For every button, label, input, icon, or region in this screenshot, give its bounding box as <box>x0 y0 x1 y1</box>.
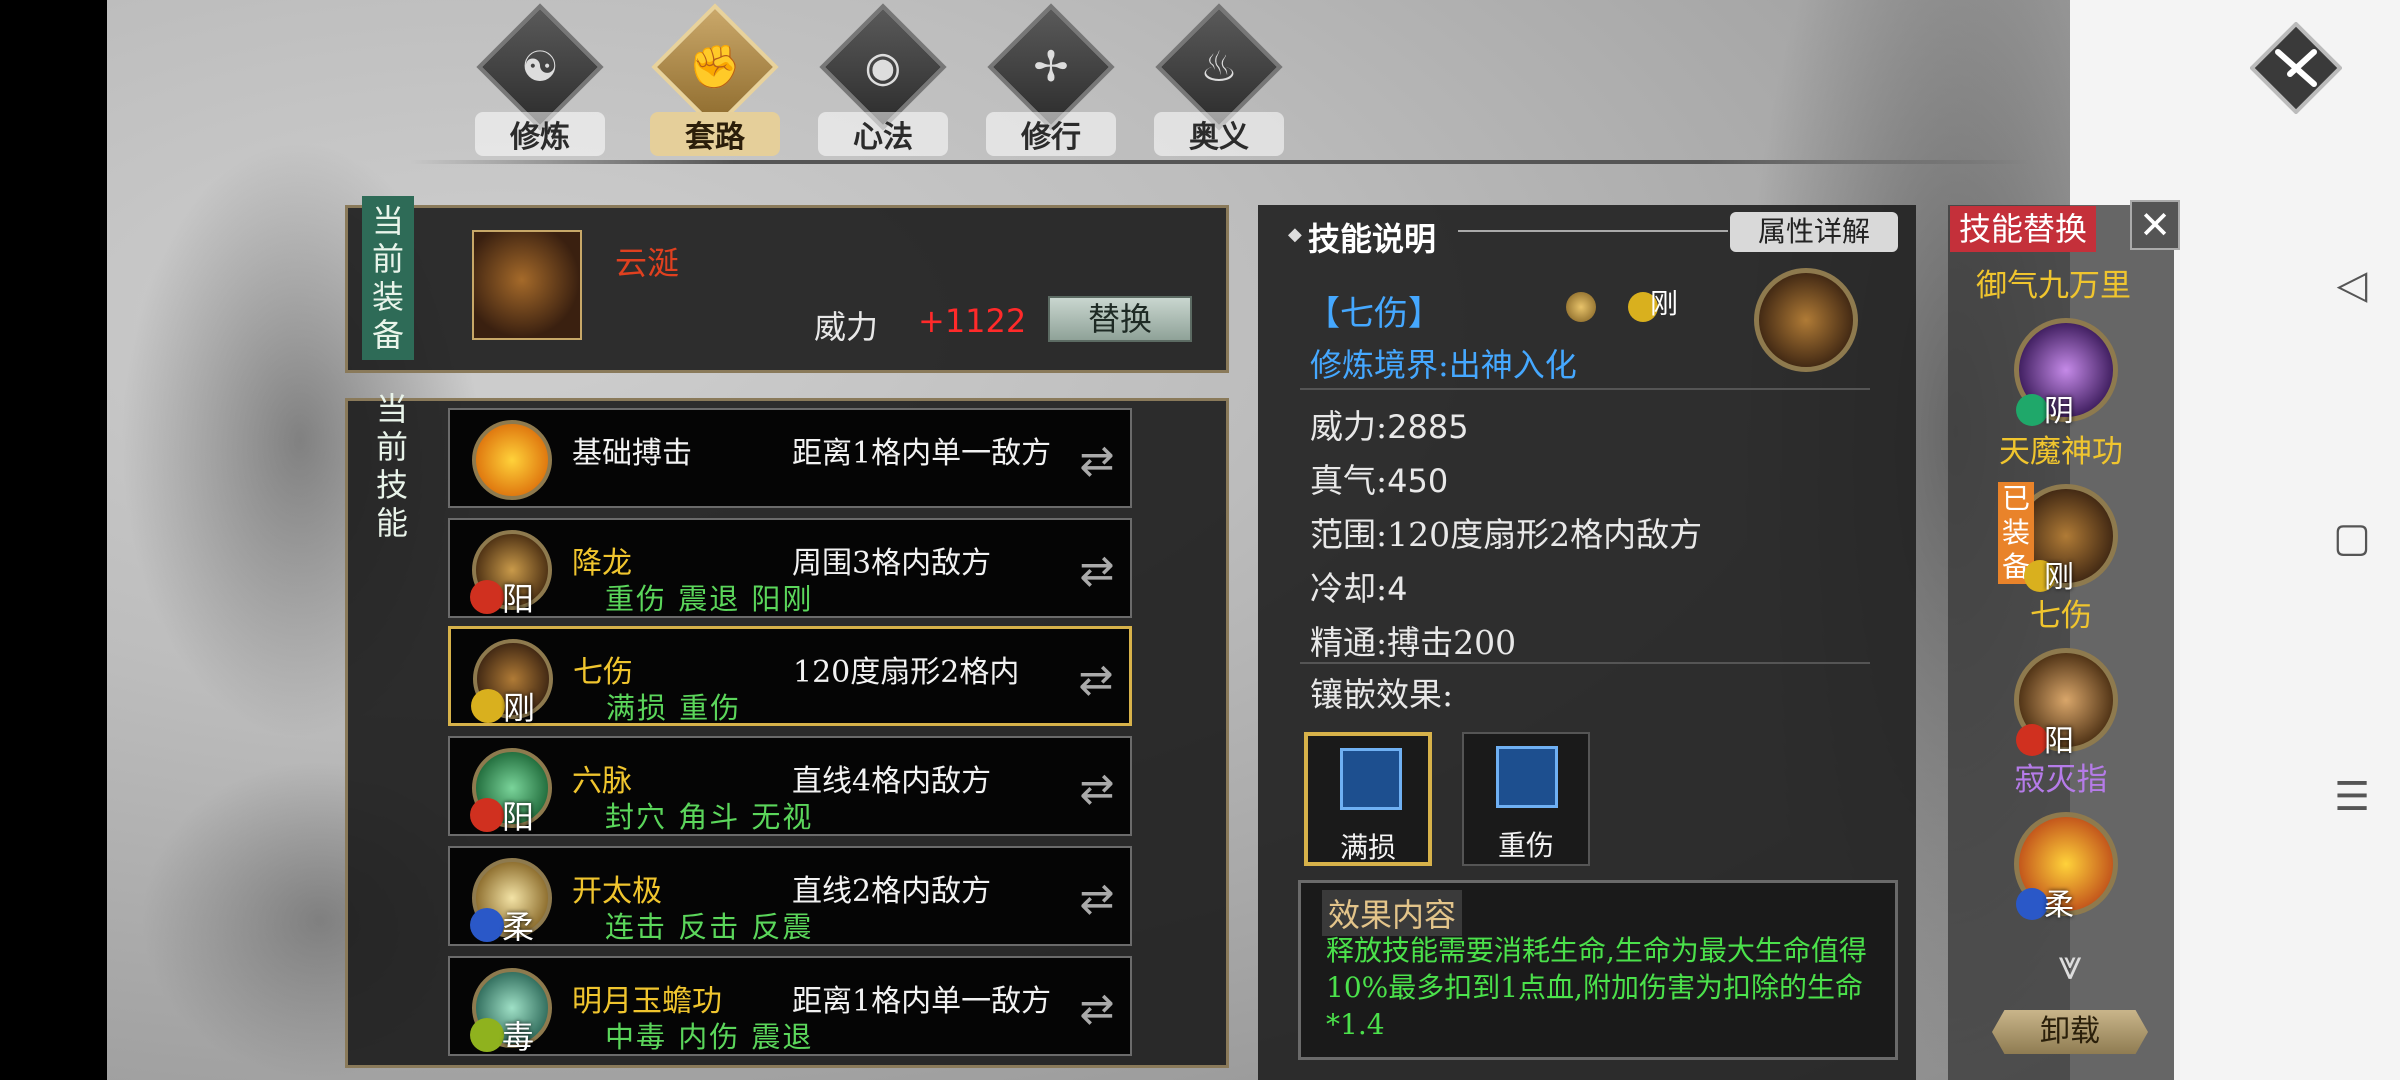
tab-xiuxing[interactable]: ✢ 修行 <box>976 3 1126 156</box>
skill-row[interactable]: 阳 六脉 直线4格内敌方 封穴 角斗 无视 ⇄ <box>448 736 1132 836</box>
swap-icon[interactable]: ⇄ <box>1072 546 1122 596</box>
divider <box>1300 662 1870 664</box>
attribute-mark: 刚 <box>1650 287 1679 320</box>
gang-badge-icon <box>471 689 505 723</box>
power-value: +1122 <box>918 302 1027 340</box>
close-icon[interactable]: ✕ <box>2130 200 2180 250</box>
skill-row[interactable]: 基础搏击 距离1格内单一敌方 ⇄ <box>448 408 1132 508</box>
scroll-down-icon[interactable]: ⩔ <box>2040 940 2100 989</box>
skill-name: 基础搏击 <box>572 436 692 471</box>
power-label: 威力 <box>814 308 879 346</box>
attribute-detail-button[interactable]: 属性详解 <box>1730 212 1898 252</box>
skill-row[interactable]: 毒 明月玉蟾功 距离1格内单一敌方 中毒 内伤 震退 ⇄ <box>448 956 1132 1056</box>
title-divider <box>1458 230 1728 232</box>
tab-xinfa[interactable]: ◉ 心法 <box>808 3 958 156</box>
tab-label: 修炼 <box>475 112 605 156</box>
skill-row-selected[interactable]: 刚 七伤 120度扇形2格内 满损 重伤 ⇄ <box>448 626 1132 727</box>
replace-item-name: 七伤 <box>2030 598 2092 634</box>
tab-label: 奥义 <box>1154 112 1284 156</box>
yang-badge-icon <box>470 580 504 614</box>
current-equipment-label: 当前装备 <box>362 196 414 360</box>
swap-icon[interactable]: ⇄ <box>1072 984 1122 1034</box>
swap-icon[interactable]: ⇄ <box>1071 655 1121 705</box>
skill-row[interactable]: 阳 降龙 周围3格内敌方 重伤 震退 阳刚 ⇄ <box>448 518 1132 618</box>
attribute-mark: 阴 <box>2044 394 2074 429</box>
skill-range: 距离1格内单一敌方 <box>792 984 1052 1019</box>
skill-range: 周围3格内敌方 <box>792 546 992 581</box>
diamond-bullet-icon: ◆ <box>1288 224 1302 245</box>
close-icon[interactable] <box>2250 22 2342 114</box>
home-icon[interactable]: ▢ <box>2322 515 2382 561</box>
swap-icon[interactable]: ⇄ <box>1072 436 1122 486</box>
swap-icon[interactable]: ⇄ <box>1072 764 1122 814</box>
inlay-label: 满损 <box>1339 831 1396 864</box>
effect-content-title: 效果内容 <box>1322 890 1463 936</box>
unload-button[interactable]: 卸载 <box>1992 1010 2148 1054</box>
skill-range: 120度扇形2格内 <box>793 655 1020 690</box>
skill-range: 直线2格内敌方 <box>792 874 992 909</box>
replace-item-name: 寂灭指 <box>2014 762 2108 798</box>
skill-range: 直线4格内敌方 <box>792 764 992 799</box>
menu-icon[interactable]: ☰ <box>2322 774 2382 820</box>
stat-range: 范围:120度扇形2格内敌方 <box>1310 515 1703 554</box>
inlay-slot[interactable]: 满损 <box>1304 732 1432 866</box>
skill-tags: 封穴 角斗 无视 <box>605 800 814 834</box>
attribute-mark: 柔 <box>2044 888 2074 923</box>
blade-icon <box>1496 746 1558 808</box>
stat-cooldown: 冷却:4 <box>1310 569 1408 608</box>
current-skills-label: 当前技能 <box>375 390 408 542</box>
fist-icon <box>472 420 552 500</box>
skill-tags: 重伤 震退 阳刚 <box>605 582 814 616</box>
equipment-name: 云涎 <box>615 244 680 282</box>
tab-xiulian[interactable]: ☯ 修炼 <box>465 3 615 156</box>
tab-aoyi[interactable]: ♨ 奥义 <box>1144 3 1294 156</box>
skill-replace-title: 技能替换 <box>1950 206 2096 252</box>
replace-button[interactable]: 替换 <box>1048 296 1192 342</box>
replace-item-name[interactable]: 御气九万里 <box>1976 260 2131 305</box>
tab-taolu[interactable]: ✊ 套路 <box>640 3 790 156</box>
inlay-effect-label: 镶嵌效果: <box>1310 675 1454 714</box>
stat-power: 威力:2885 <box>1310 407 1469 446</box>
inlay-slot[interactable]: 重伤 <box>1462 732 1590 866</box>
gauntlet-icon[interactable] <box>472 230 582 340</box>
yang-badge-icon <box>470 798 504 832</box>
tab-label: 套路 <box>650 112 780 156</box>
back-icon[interactable]: ◁ <box>2322 262 2382 308</box>
tab-label: 修行 <box>986 112 1116 156</box>
element-orb-icon <box>1566 292 1596 322</box>
skill-row[interactable]: 柔 开太极 直线2格内敌方 连击 反击 反震 ⇄ <box>448 846 1132 946</box>
attribute-mark: 阳 <box>502 580 535 618</box>
attribute-mark: 阳 <box>502 798 535 836</box>
effect-content-text: 释放技能需要消耗生命,生命为最大生命值得10%最多扣到1点血,附加伤害为扣除的生… <box>1326 934 1867 1041</box>
selected-skill-name: 【七伤】 <box>1306 294 1442 334</box>
stat-mastery: 精通:搏击200 <box>1310 623 1517 662</box>
lotus-icon <box>1340 748 1402 810</box>
attribute-mark: 刚 <box>503 689 536 727</box>
skill-range: 距离1格内单一敌方 <box>792 436 1052 471</box>
skill-tags: 连击 反击 反震 <box>605 910 814 944</box>
poison-badge-icon <box>470 1018 504 1052</box>
replace-item-name: 天魔神功 <box>1999 434 2123 470</box>
cultivation-realm: 修炼境界:出神入化 <box>1310 346 1577 384</box>
skill-tags: 满损 重伤 <box>606 691 742 725</box>
attribute-mark: 柔 <box>502 908 535 946</box>
claw-icon <box>1754 268 1858 372</box>
tab-divider <box>410 160 2030 164</box>
stat-qi: 真气:450 <box>1310 461 1449 500</box>
skill-tags: 中毒 内伤 震退 <box>605 1020 814 1054</box>
rou-badge-icon <box>470 908 504 942</box>
attribute-mark: 毒 <box>502 1018 535 1056</box>
swap-icon[interactable]: ⇄ <box>1072 874 1122 924</box>
inlay-label: 重伤 <box>1497 829 1554 862</box>
skill-detail-title: 技能说明 <box>1308 220 1437 258</box>
tab-label: 心法 <box>818 112 948 156</box>
divider <box>1300 388 1870 390</box>
